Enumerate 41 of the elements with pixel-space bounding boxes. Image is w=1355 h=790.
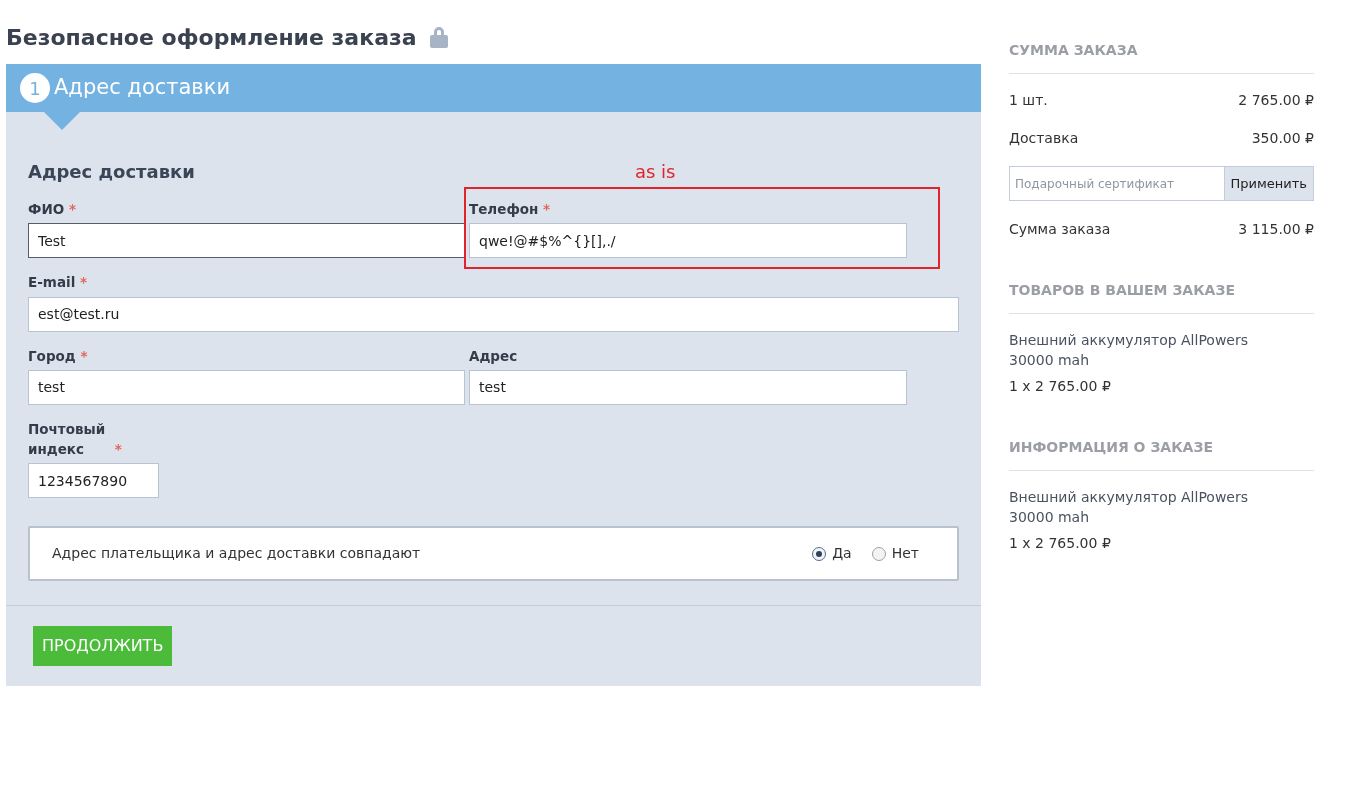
- input-field[interactable]: test: [469, 369, 907, 405]
- total-value: 3 115.00 ₽: [1238, 220, 1314, 239]
- section-heading: ТОВАРОВ В ВАШЕМ ЗАКАЗЕ: [1009, 280, 1314, 314]
- apply-button[interactable]: Применить: [1223, 166, 1314, 201]
- gift-certificate-field[interactable]: Подарочный сертификат: [1009, 166, 1224, 201]
- input-field[interactable]: est@test.ru: [28, 296, 959, 332]
- field-label: Телефон: [469, 201, 539, 217]
- required-marker: *: [79, 274, 88, 291]
- section-heading: СУММА ЗАКАЗА: [1009, 40, 1314, 74]
- page-title: Безопасное оформление заказа: [6, 23, 417, 52]
- summary-label: Доставка: [1009, 129, 1079, 148]
- summary-value: 350.00 ₽: [1251, 129, 1314, 148]
- field-label: ФИО: [28, 201, 65, 217]
- summary-label: 1 шт.: [1009, 91, 1048, 110]
- input-field[interactable]: test: [28, 369, 465, 405]
- radio-option[interactable]: Нет: [871, 543, 919, 565]
- product-price: 1 x 2 765.00 ₽: [1009, 534, 1112, 553]
- lock-icon: [428, 26, 449, 48]
- product-price: 1 x 2 765.00 ₽: [1009, 377, 1112, 396]
- section-heading: Адрес доставки: [28, 160, 195, 184]
- radio-option[interactable]: Да: [812, 543, 852, 565]
- field-label: Город: [28, 347, 76, 364]
- annotation-text: as is: [634, 160, 676, 184]
- address-match-label: Адрес плательщика и адрес доставки совпадают: [52, 544, 422, 564]
- step-title: Адрес доставки: [54, 74, 231, 102]
- input-field[interactable]: Test: [28, 223, 465, 259]
- section-heading: ИНФОРМАЦИЯ О ЗАКАЗЕ: [1009, 437, 1314, 471]
- product-name: Внешний аккумулятор AllPowers 30000 mah: [1009, 331, 1249, 370]
- required-marker: *: [114, 441, 122, 457]
- field-label: E-mail: [28, 274, 76, 291]
- step-number: 1: [20, 73, 50, 103]
- total-label: Сумма заказа: [1009, 220, 1111, 239]
- product-name: Внешний аккумулятор AllPowers 30000 mah: [1009, 488, 1249, 527]
- required-marker: *: [68, 201, 76, 217]
- input-field[interactable]: 1234567890: [28, 463, 159, 499]
- required-marker: *: [543, 201, 551, 217]
- field-label: Почтовый индекс: [28, 419, 107, 459]
- summary-value: 2 765.00 ₽: [1238, 91, 1314, 110]
- input-field[interactable]: qwe!@#$%^{}[],./: [469, 223, 907, 259]
- field-label: Адрес: [469, 347, 518, 364]
- required-marker: *: [80, 347, 88, 364]
